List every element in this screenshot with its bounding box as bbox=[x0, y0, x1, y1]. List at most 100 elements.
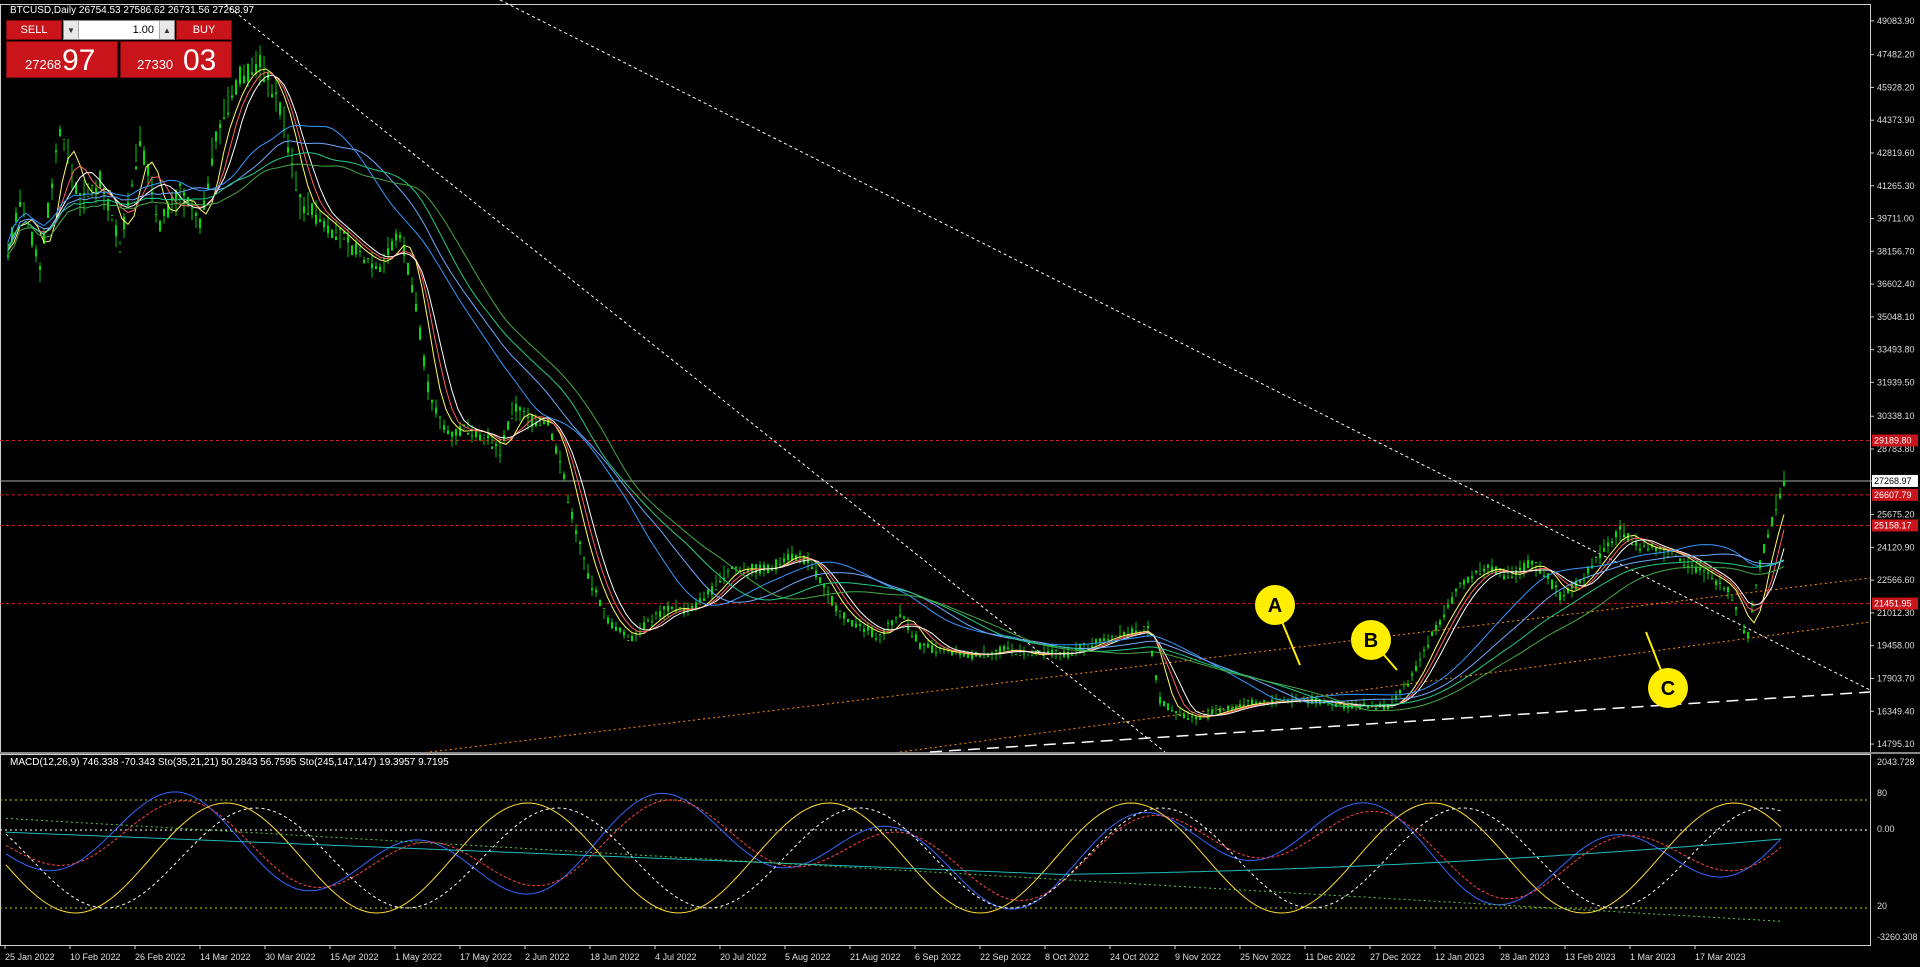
candle-body bbox=[1679, 558, 1681, 562]
lot-size-input[interactable]: ▼ 1.00 ▲ bbox=[63, 20, 175, 40]
candle-body bbox=[551, 433, 553, 441]
candle-body bbox=[859, 624, 861, 626]
candle-body bbox=[1775, 509, 1777, 511]
candle-body bbox=[387, 248, 389, 256]
candle-body bbox=[875, 638, 877, 640]
candle-body bbox=[1143, 626, 1145, 628]
candle-body bbox=[295, 189, 297, 191]
date-axis-label: 26 Feb 2022 bbox=[135, 952, 186, 962]
price-tag-label: 21451.95 bbox=[1874, 599, 1912, 609]
candle-body bbox=[371, 263, 373, 269]
date-axis-label: 11 Dec 2022 bbox=[1305, 952, 1355, 962]
candle-body bbox=[1643, 545, 1645, 547]
candle-body bbox=[1451, 597, 1453, 604]
candle-body bbox=[735, 566, 737, 569]
candle-body bbox=[183, 192, 185, 196]
candle-body bbox=[511, 417, 513, 419]
candle-body bbox=[123, 216, 125, 230]
candle-series bbox=[7, 45, 1785, 726]
candle-body bbox=[987, 655, 989, 658]
candle-body bbox=[1163, 700, 1165, 707]
price-axis-label: 47482.20 bbox=[1877, 50, 1915, 60]
candle-body bbox=[923, 643, 925, 646]
candle-body bbox=[839, 610, 841, 612]
candle-body bbox=[279, 102, 281, 115]
candle-body bbox=[1023, 653, 1025, 655]
candle-body bbox=[259, 55, 261, 68]
candle-body bbox=[1763, 543, 1765, 554]
candle-body bbox=[515, 403, 517, 412]
date-axis-label: 28 Jan 2023 bbox=[1500, 952, 1550, 962]
candle-body bbox=[1619, 526, 1621, 530]
candle-body bbox=[1555, 585, 1557, 588]
candle-body bbox=[1099, 638, 1101, 643]
candle-body bbox=[527, 416, 529, 418]
macd-signal-line bbox=[5, 799, 1782, 902]
candle-body bbox=[1091, 645, 1093, 648]
candle-body bbox=[307, 213, 309, 215]
date-axis-label: 17 Mar 2023 bbox=[1695, 952, 1746, 962]
price-tag-label: 25158.17 bbox=[1874, 520, 1912, 530]
candle-body bbox=[1155, 675, 1157, 680]
candle-body bbox=[303, 206, 305, 214]
price-axis-label: 38156.70 bbox=[1877, 246, 1915, 256]
candle-body bbox=[1631, 544, 1633, 546]
candle-body bbox=[1703, 570, 1705, 572]
candle-body bbox=[311, 203, 313, 215]
main-chart-frame bbox=[0, 4, 1871, 753]
trendline-orange-upper bbox=[429, 577, 1871, 753]
chart-canvas[interactable]: 49083.90 47482.20 45928.20 44373.90 42819.60… bbox=[0, 0, 1920, 967]
candle-body bbox=[363, 259, 365, 264]
date-axis-label: 1 Mar 2023 bbox=[1630, 952, 1676, 962]
candle-body bbox=[1411, 673, 1413, 676]
candle-body bbox=[1755, 584, 1757, 586]
candle-body bbox=[1487, 564, 1489, 568]
ask-price-small: 27330 bbox=[137, 57, 174, 72]
price-axis-label: 39711.00 bbox=[1877, 214, 1914, 224]
candle-body bbox=[47, 202, 49, 219]
candle-body bbox=[7, 254, 9, 258]
buy-button[interactable]: BUY bbox=[176, 20, 232, 40]
candle-body bbox=[231, 95, 233, 98]
candle-body bbox=[595, 589, 597, 593]
candle-body bbox=[475, 430, 477, 438]
candle-body bbox=[1167, 703, 1169, 711]
candle-body bbox=[139, 140, 141, 147]
candle-body bbox=[935, 652, 937, 654]
lot-value[interactable]: 1.00 bbox=[133, 24, 154, 36]
candle-body bbox=[1443, 614, 1445, 618]
candle-body bbox=[971, 654, 973, 659]
candle-body bbox=[395, 233, 397, 241]
candle-body bbox=[827, 591, 829, 593]
candle-body bbox=[1147, 626, 1149, 629]
candle-body bbox=[431, 399, 433, 403]
candle-body bbox=[1751, 610, 1753, 613]
candle-body bbox=[1427, 644, 1429, 648]
candle-body bbox=[355, 243, 357, 255]
candle-body bbox=[211, 158, 213, 166]
candle-body bbox=[1151, 650, 1153, 656]
candle-body bbox=[1699, 568, 1701, 571]
candle-body bbox=[251, 72, 253, 75]
candle-body bbox=[1415, 666, 1417, 672]
candle-body bbox=[79, 193, 81, 196]
lot-increase-icon[interactable]: ▲ bbox=[159, 21, 174, 39]
candle-body bbox=[91, 184, 93, 186]
candle-body bbox=[1187, 718, 1189, 721]
bid-price-button[interactable]: 27268 97 bbox=[6, 41, 118, 78]
candle-body bbox=[611, 622, 613, 629]
bid-price-big: 97 bbox=[62, 44, 96, 77]
candle-body bbox=[159, 221, 161, 232]
candle-body bbox=[1247, 699, 1249, 702]
candle-body bbox=[347, 236, 349, 243]
stochastic-long-signal-line bbox=[5, 817, 1782, 922]
candle-body bbox=[223, 117, 225, 120]
candle-body bbox=[591, 588, 593, 591]
sell-button[interactable]: SELL bbox=[6, 20, 62, 40]
candle-body bbox=[391, 241, 393, 251]
candle-body bbox=[1459, 582, 1461, 584]
ask-price-button[interactable]: 27330 03 bbox=[120, 41, 232, 78]
lot-decrease-icon[interactable]: ▼ bbox=[64, 21, 79, 39]
candle-body bbox=[855, 623, 857, 628]
candle-body bbox=[1779, 493, 1781, 498]
